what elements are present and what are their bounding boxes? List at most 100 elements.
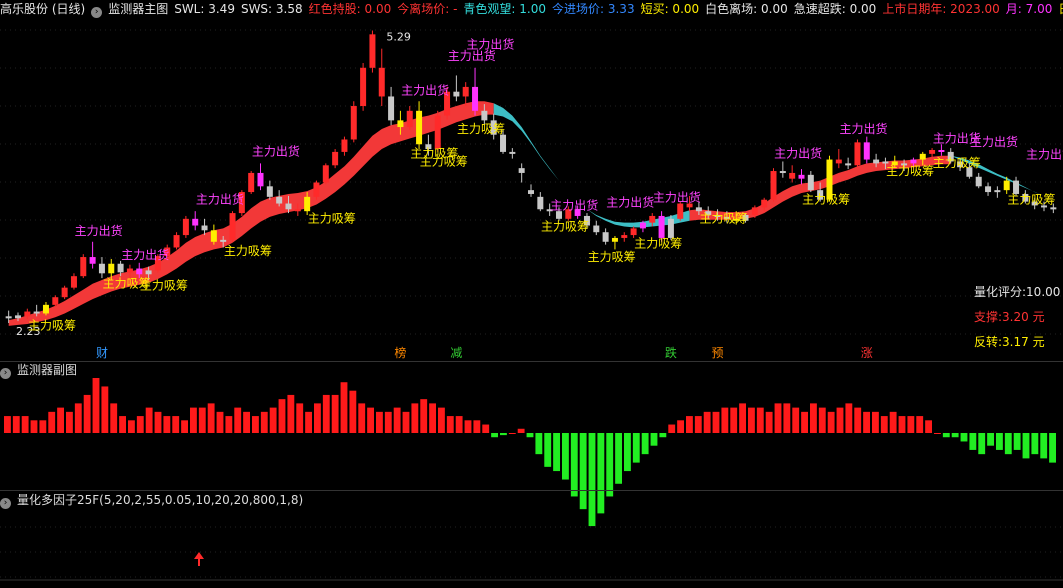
oscillator-bar (783, 403, 791, 433)
oscillator-bar (420, 399, 428, 433)
signal-annotation: 主力吸筹 (308, 212, 356, 226)
oscillator-bar (446, 416, 454, 433)
oscillator-bar (810, 403, 817, 433)
oscillator-bar (916, 416, 924, 433)
candle-body (873, 159, 880, 164)
candle-body (677, 203, 684, 219)
oscillator-bar (987, 433, 994, 446)
oscillator-bar (473, 420, 481, 433)
oscillator-bar (393, 407, 401, 433)
stock-title[interactable]: 高乐股份 (日线) (0, 2, 85, 16)
candle (462, 82, 469, 107)
oscillator-bar (278, 399, 286, 433)
indicator-value-8: 急速超跌: 0.00 (793, 2, 877, 16)
candle-body (369, 34, 376, 68)
candle-body (751, 207, 758, 215)
oscillator-bar (252, 416, 259, 433)
oscillator-bar (517, 428, 525, 433)
indicator-value-11: 日: 12.0 (1058, 2, 1063, 16)
oscillator-bar (836, 407, 844, 433)
signal-annotation: 主力吸筹 (886, 164, 934, 178)
candle (509, 148, 516, 159)
candle-body (304, 196, 311, 212)
candle (798, 169, 805, 185)
candle (537, 192, 544, 212)
event-marker: 财 (96, 346, 108, 360)
candle (453, 75, 460, 102)
score-readout: 量化评分:10.00 (974, 285, 1061, 299)
signal-annotation: 主力吸筹 (28, 319, 76, 333)
candle (835, 149, 842, 169)
candle (388, 86, 395, 126)
oscillator-bar (1031, 433, 1039, 455)
sub1-header: › 监测器副图 (0, 361, 1063, 379)
event-marker: 涨 (861, 345, 873, 360)
candle-body (602, 232, 609, 242)
candle (416, 101, 423, 150)
oscillator-bar (774, 403, 782, 433)
oscillator-bar (978, 433, 986, 455)
oscillator-bar (190, 407, 197, 433)
candle (994, 186, 1001, 198)
signal-annotation: 主力吸筹 (634, 237, 682, 251)
event-marker: 减 (450, 346, 462, 360)
signal-annotation: 主力出货 (252, 144, 300, 159)
candle (845, 157, 852, 170)
oscillator-bar (48, 411, 56, 433)
signal-annotation: 主力吸筹 (700, 212, 748, 226)
candle-body (136, 268, 143, 275)
oscillator-bar (739, 403, 746, 433)
oscillator-bar (659, 433, 667, 438)
candle-body (910, 159, 917, 164)
candle (975, 172, 982, 189)
candle (985, 182, 992, 196)
oscillator-bar (384, 411, 392, 433)
oscillator-bar (615, 433, 622, 484)
oscillator-bar (1022, 433, 1030, 459)
oscillator-bar (942, 433, 950, 438)
oscillator-bar (4, 416, 11, 433)
oscillator-bar (491, 433, 498, 438)
indicator-value-0: SWL: 3.49 (174, 2, 235, 16)
oscillator-bar (198, 407, 206, 433)
candle-body (220, 239, 227, 242)
signal-annotation: 主力吸筹 (420, 154, 468, 168)
candle-body (453, 91, 460, 97)
oscillator-bar (314, 403, 321, 433)
oscillator-bar (119, 416, 126, 433)
candle-body (789, 172, 796, 179)
candle-body (388, 96, 395, 121)
indicator-value-3: 今离场价: - (397, 2, 458, 16)
signal-annotation: 主力出货 (606, 194, 654, 209)
candle (938, 144, 945, 156)
oscillator-bar (57, 407, 64, 433)
oscillator-bar (411, 403, 419, 433)
oscillator-bar (544, 433, 552, 467)
oscillator-bar (889, 411, 897, 433)
collapse-icon[interactable]: › (0, 368, 11, 379)
event-marker: 榜 (394, 345, 406, 360)
candle-body (89, 257, 96, 264)
oscillator-bar (721, 407, 729, 433)
oscillator-bar (464, 420, 472, 433)
oscillator-bar (163, 416, 171, 433)
oscillator-bar (145, 407, 153, 433)
candle-body (5, 316, 12, 319)
oscillator-bar (951, 433, 959, 438)
collapse-icon[interactable]: › (0, 498, 11, 509)
candle (98, 257, 105, 279)
candle-body (257, 172, 264, 187)
oscillator-bar (730, 407, 738, 433)
collapse-icon[interactable]: › (91, 7, 103, 18)
candle (611, 236, 618, 250)
oscillator-bar (429, 403, 436, 433)
signal-annotation: 主力出货 (970, 134, 1018, 149)
support-readout: 支撑:3.20 元 (974, 310, 1045, 324)
oscillator-bar (508, 433, 516, 434)
candle (341, 136, 348, 156)
candle-body (611, 237, 618, 242)
candle-body (798, 174, 805, 179)
oscillator-bar (136, 416, 144, 433)
signal-annotation: 主力出货 (550, 197, 598, 212)
oscillator-bar (845, 403, 853, 433)
